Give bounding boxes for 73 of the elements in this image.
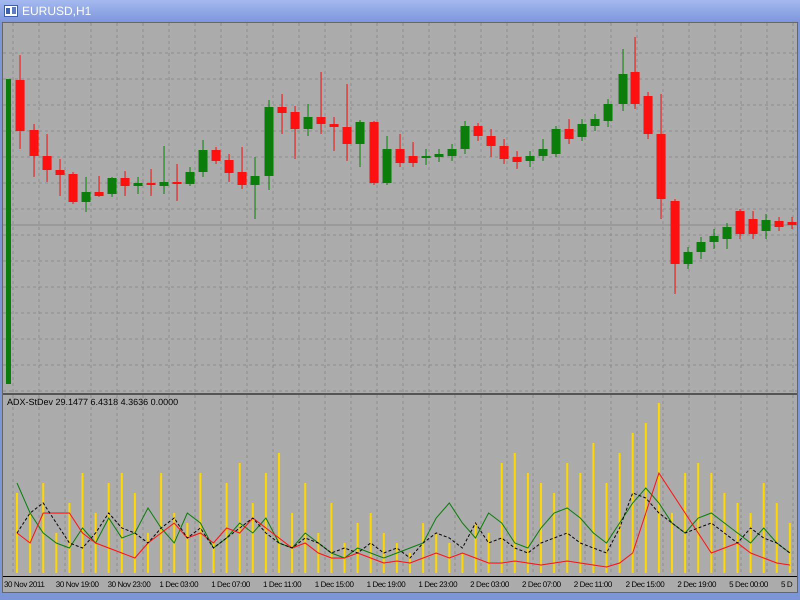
candlestick xyxy=(172,164,182,202)
candlestick xyxy=(396,134,404,168)
candlestick xyxy=(618,48,628,112)
window-title: EURUSD,H1 xyxy=(22,3,92,20)
time-axis-label: 1 Dec 19:00 xyxy=(366,578,406,590)
candlestick xyxy=(500,138,508,164)
time-axis-label: 5 Dec 00:00 xyxy=(729,578,769,590)
candlestick xyxy=(382,136,392,186)
candlestick xyxy=(684,246,692,270)
candlestick xyxy=(238,146,246,190)
candlestick xyxy=(448,144,456,162)
time-axis-label: 2 Dec 19:00 xyxy=(677,578,718,590)
candlestick xyxy=(198,140,208,178)
candlestick xyxy=(370,120,378,186)
candlestick xyxy=(788,216,796,230)
candlestick xyxy=(224,154,234,182)
candlestick xyxy=(212,146,220,164)
candlestick xyxy=(590,114,600,132)
candlestick xyxy=(736,208,744,240)
candlestick xyxy=(108,176,116,198)
candlestick xyxy=(696,236,706,260)
candlestick xyxy=(408,142,418,168)
candlestick xyxy=(30,124,38,178)
candlestick xyxy=(68,172,78,204)
candlestick xyxy=(748,210,758,240)
time-axis-label: 1 Dec 03:00 xyxy=(159,578,200,590)
candlestick xyxy=(160,146,168,194)
candlestick xyxy=(356,120,364,168)
candlestick xyxy=(434,148,444,162)
time-axis-label: 5 D xyxy=(780,578,792,590)
candlestick xyxy=(250,156,260,220)
candlestick xyxy=(604,98,612,128)
candlestick xyxy=(762,214,770,240)
candlestick xyxy=(422,148,430,166)
candlestick xyxy=(82,176,90,212)
candlestick xyxy=(290,106,300,160)
candlestick xyxy=(120,170,130,196)
time-axis-label: 1 Dec 11:00 xyxy=(262,578,302,590)
time-axis-label: 2 Dec 07:00 xyxy=(522,578,562,590)
candlestick xyxy=(134,176,142,194)
candlestick xyxy=(94,176,104,198)
time-axis-label: 30 Nov 23:00 xyxy=(108,578,152,590)
candlestick xyxy=(526,150,534,168)
candlestick xyxy=(56,158,64,196)
indicator-label: ADX-StDev 29.1477 6.4318 4.3636 0.0000 xyxy=(7,396,178,409)
time-axis-label: 2 Dec 15:00 xyxy=(626,578,666,590)
chart-window-icon xyxy=(4,5,18,17)
candlestick xyxy=(146,168,156,196)
candlestick xyxy=(644,92,652,140)
time-axis-label: 1 Dec 07:00 xyxy=(211,578,251,590)
time-axis-label: 1 Dec 15:00 xyxy=(314,578,355,590)
time-axis-label: 2 Dec 11:00 xyxy=(574,578,613,590)
time-axis-label: 2 Dec 03:00 xyxy=(470,578,510,590)
candlestick xyxy=(538,138,548,162)
candlestick xyxy=(330,116,338,152)
time-axis-label: 30 Nov 2011 xyxy=(4,578,46,590)
candlestick xyxy=(552,126,560,158)
candlestick xyxy=(460,120,470,154)
time-axis-label: 30 Nov 19:00 xyxy=(56,578,100,590)
candlestick xyxy=(710,228,718,250)
candlestick xyxy=(486,128,496,158)
candlestick xyxy=(186,166,194,186)
candlestick xyxy=(474,122,482,142)
candlestick xyxy=(512,150,522,170)
candlestick xyxy=(578,118,586,142)
candlestick xyxy=(774,216,784,232)
candlestick xyxy=(564,118,574,144)
candlestick xyxy=(316,72,326,134)
candlestick xyxy=(304,104,312,136)
candlestick xyxy=(42,134,52,182)
time-axis-label: 1 Dec 23:00 xyxy=(418,578,458,590)
candlestick xyxy=(278,94,286,134)
candlestick xyxy=(722,222,732,250)
